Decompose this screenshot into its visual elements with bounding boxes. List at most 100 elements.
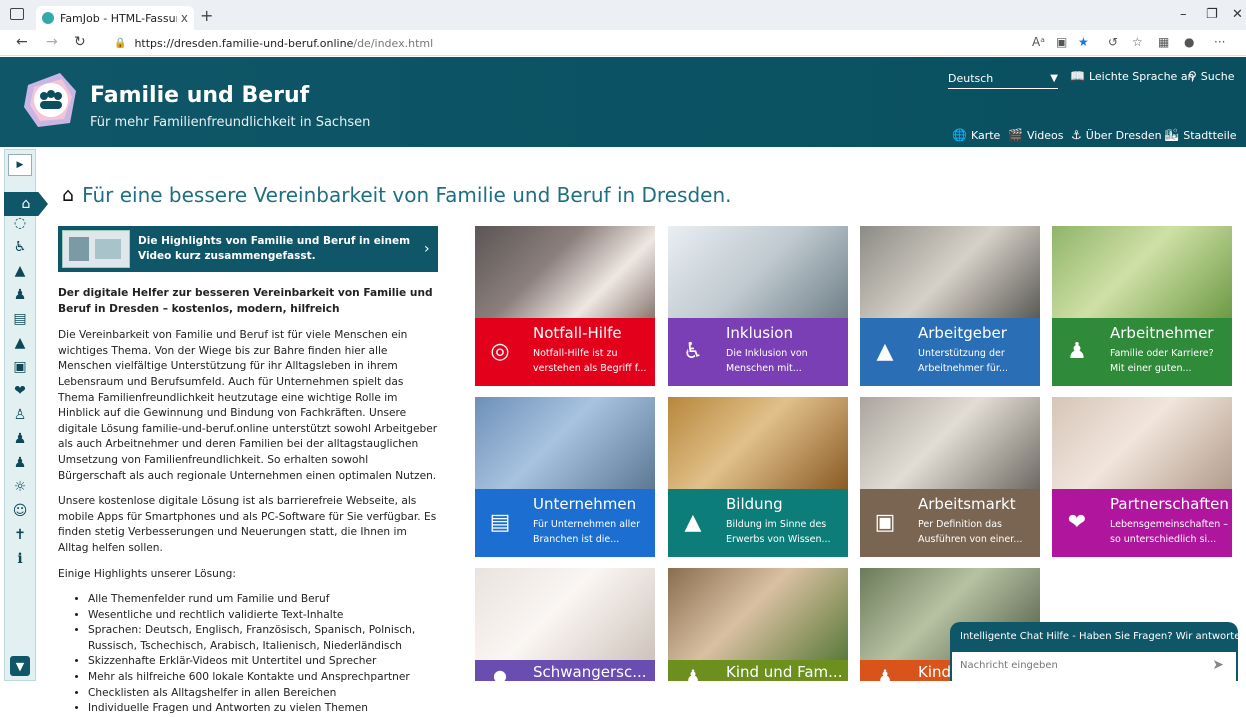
tile-description: Bildung im Sinne des Erwerbs von Wissen.… [726,519,831,545]
tile-title: Partnerschaften [1110,495,1229,513]
extensions-icon[interactable]: ↺ [1108,35,1118,49]
send-icon[interactable]: ➤ [1212,657,1224,673]
sidebar-child-icon[interactable]: ♟ [5,428,35,450]
factory-icon: ▤ [489,509,511,535]
browser-tab[interactable]: FamJob - HTML-Fassung Für ein x [36,6,194,30]
list-item: Checklisten als Alltagshelfer in allen B… [88,686,438,702]
nav-districts-link[interactable]: 🏙 Stadtteile [1164,128,1237,142]
child-icon: ♟ [685,665,701,682]
nav-dresden-link[interactable]: ⚓ Über Dresden [1071,128,1162,142]
tile-bildung[interactable]: ▲ Bildung Bildung im Sinne des Erwerbs von… [668,397,848,557]
chevron-down-icon: ▼ [1050,73,1058,84]
tile-arbeitsmarkt[interactable]: ▣ Arbeitsmarkt Per Definition das Ausführe… [860,397,1040,557]
lock-icon[interactable]: 🔒 [114,38,126,49]
minimize-icon[interactable]: – [1180,7,1187,22]
nav-districts-label: Stadtteile [1183,128,1237,142]
tab-actions-icon[interactable] [10,8,24,20]
tile-arbeitnehmer[interactable]: ♟ Arbeitnehmer Familie oder Karriere? Mit … [1052,226,1232,386]
sidebar-company-icon[interactable]: ▤ [5,308,35,330]
more-icon[interactable]: ··· [1214,35,1225,49]
list-item: Wesentliche und rechtlich validierte Tex… [88,608,438,624]
close-window-icon[interactable]: ✕ [1232,7,1243,22]
site-brand[interactable]: Familie und Beruf [90,83,309,108]
tile-arbeitgeber[interactable]: ▲ Arbeitgeber Unterstützung der Arbeitnehm… [860,226,1040,386]
chat-message-input[interactable] [952,652,1192,679]
tile-kind-und-fam[interactable]: ♟ Kind und Fam... [668,568,848,681]
tile-photo [475,397,655,489]
browser-tab-bar: FamJob - HTML-Fassung Für ein x + – ❐ ✕ [0,0,1246,30]
back-icon[interactable]: ← [16,34,28,50]
sidebar-info-icon[interactable]: i [5,548,35,570]
reload-icon[interactable]: ↻ [74,34,86,50]
tile-title: Schwangersc... [533,663,647,681]
immersive-reader-icon[interactable]: ▣ [1056,35,1067,49]
sidebar-senior-icon[interactable]: ☺ [5,500,35,522]
sidebar-pregnancy-icon[interactable]: ♙ [5,404,35,426]
list-item: Mehr als hilfreiche 600 lokale Kontakte … [88,670,438,686]
favorites-bar-icon[interactable]: ☆ [1132,35,1143,49]
site-favicon-icon [42,12,54,24]
nav-map-link[interactable]: 🌐 Karte [952,128,1000,142]
tile-title: Notfall-Hilfe [533,324,622,342]
tie-icon: ▲ [876,338,894,364]
search-link[interactable]: ⚲ Suche [1188,69,1235,83]
tile-inklusion[interactable]: ♿ Inklusion Die Inklusion von Menschen mit… [668,226,848,386]
tile-band: ♟ Arbeitnehmer Familie oder Karriere? Mit … [1052,318,1232,386]
tile-title: Arbeitgeber [918,324,1007,342]
sidebar-kids-icon[interactable]: ♟ [5,452,35,474]
site-tagline: Für mehr Familienfreundlichkeit in Sachs… [90,115,371,130]
tile-title: Kind und Fam... [726,663,843,681]
sidebar-employer-icon[interactable]: ▲ [5,260,35,282]
site-logo-icon[interactable] [20,69,82,131]
url-host: https://dresden.familie-und-beruf.online [134,36,354,50]
new-tab-button[interactable]: + [200,6,213,25]
forward-icon[interactable]: → [46,34,58,50]
sidebar-care-icon[interactable]: ☼ [5,476,35,498]
sidebar-partnership-icon[interactable]: ❤ [5,380,35,402]
language-select[interactable]: Deutsch ▼ [948,69,1058,89]
list-item: Individuelle Fragen und Antworten zu vie… [88,701,438,717]
tile-description: Für Unternehmen aller Branchen ist die..… [533,519,641,545]
tile-notfall-hilfe[interactable]: ◎ Notfall-Hilfe Notfall-Hilfe ist zu verst… [475,226,655,386]
nav-videos-link[interactable]: 🎬 Videos [1008,128,1064,142]
easy-language-link[interactable]: 📖 Leichte Sprache an [1070,69,1195,83]
tile-band: ▣ Arbeitsmarkt Per Definition das Ausführe… [860,489,1040,557]
pregnancy-icon: ● [493,665,507,682]
sidebar-inclusion-icon[interactable]: ♿ [5,236,35,258]
search-icon: ⚲ [1188,69,1197,83]
url-field[interactable]: 🔒 https://dresden.familie-und-beruf.onli… [104,33,1024,53]
sidebar-employee-icon[interactable]: ♟ [5,284,35,306]
sidebar-toggle-button[interactable]: ▶ [8,154,32,176]
family-icon: ♟ [1067,338,1087,364]
chat-header[interactable]: Intelligente Chat Hilfe - Haben Sie Frag… [950,622,1238,642]
search-label: Suche [1200,69,1235,83]
tile-description: Lebensgemeinschaften – so unterschiedlic… [1110,519,1229,545]
video-highlight-banner[interactable]: Die Highlights von Familie und Beruf in … [58,226,438,272]
tile-photo [860,226,1040,318]
tile-unternehmen[interactable]: ▤ Unternehmen Für Unternehmen aller Branch… [475,397,655,557]
sidebar-education-icon[interactable]: ▲ [5,332,35,354]
tab-close-icon[interactable]: x [181,11,188,25]
collections-icon[interactable]: ▦ [1158,35,1169,49]
favorite-star-icon[interactable]: ★ [1078,35,1089,49]
kids-icon: ♟ [877,665,893,682]
tile-photo [1052,226,1232,318]
restore-icon[interactable]: ❐ [1206,7,1218,22]
bridge-icon: ⚓ [1071,128,1082,142]
address-bar: ← → ↻ 🔒 https://dresden.familie-und-beru… [0,30,1246,56]
briefcase-icon: ▣ [874,509,896,535]
read-aloud-icon[interactable]: Aᵃ [1032,35,1045,49]
sidebar-emergency-icon[interactable]: ◌ [5,212,35,234]
sidebar-jobmarket-icon[interactable]: ▣ [5,356,35,378]
hearts-icon: ❤ [1067,509,1087,535]
tile-title: Bildung [726,495,783,513]
profile-icon[interactable]: ● [1184,35,1194,49]
tile-band: ♿ Inklusion Die Inklusion von Menschen mit… [668,318,848,386]
shield-icon[interactable]: ▼ [10,656,30,676]
sidebar-death-icon[interactable]: ✝ [5,524,35,546]
intro-text: Der digitale Helfer zur besseren Vereinb… [58,286,438,717]
tile-schwangersc[interactable]: ● Schwangersc... [475,568,655,681]
tile-partnerschaften[interactable]: ❤ Partnerschaften Lebensgemeinschaften – s… [1052,397,1232,557]
nav-dresden-label: Über Dresden [1085,128,1162,142]
tile-title: Inklusion [726,324,793,342]
